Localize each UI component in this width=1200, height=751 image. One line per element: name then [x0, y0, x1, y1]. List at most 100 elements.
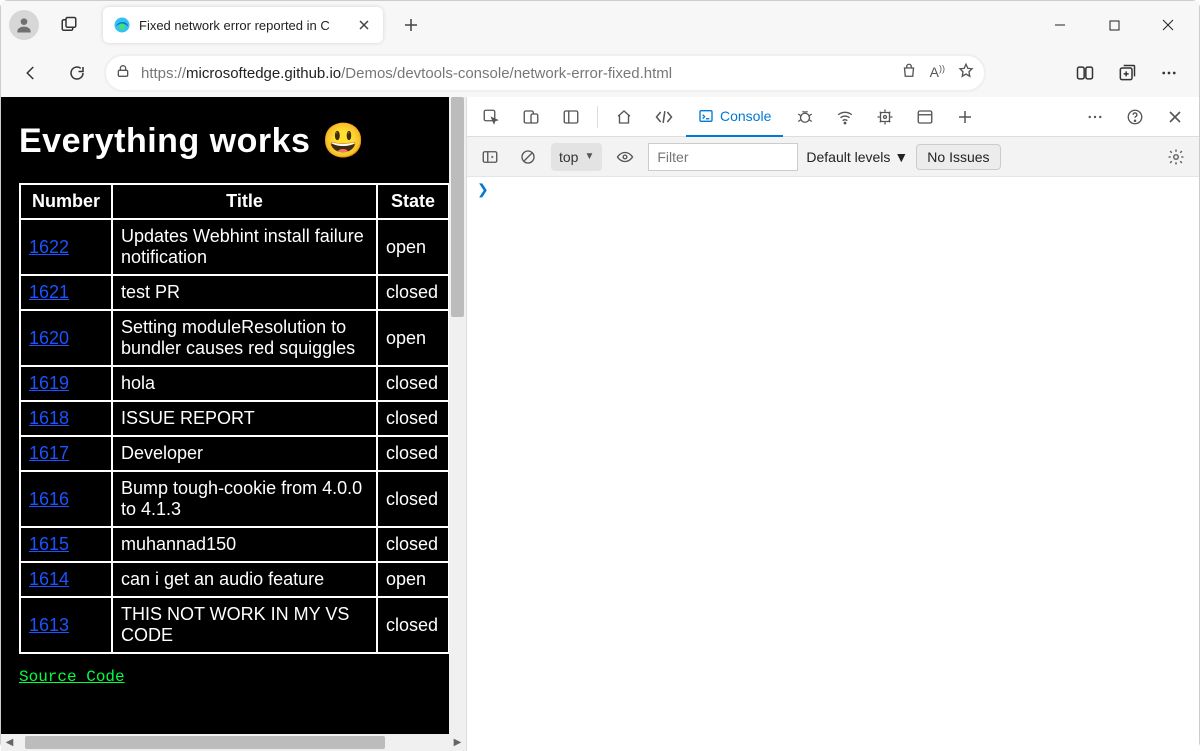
tab-console[interactable]: Console — [686, 97, 783, 137]
issue-title-cell: test PR — [112, 275, 377, 310]
dropdown-triangle-icon: ▼ — [584, 151, 594, 162]
table-row: 1621 test PRclosed — [20, 275, 449, 310]
window-icon — [916, 108, 934, 126]
window-maximize-button[interactable] — [1091, 9, 1137, 41]
devtools-menu-button[interactable] — [1077, 99, 1113, 135]
source-code-link[interactable]: Source Code — [19, 668, 125, 686]
nav-back-button[interactable] — [13, 55, 49, 91]
table-row: 1614can i get an audio featureopen — [20, 562, 449, 597]
tab-actions-button[interactable] — [51, 7, 87, 43]
window-minimize-button[interactable] — [1037, 9, 1083, 41]
issue-title-cell: muhannad150 — [112, 527, 377, 562]
tab-performance[interactable] — [867, 99, 903, 135]
help-icon — [1126, 108, 1144, 126]
nav-refresh-button[interactable] — [59, 55, 95, 91]
issue-state-cell: closed — [377, 401, 449, 436]
issue-state-cell: closed — [377, 275, 449, 310]
console-settings-button[interactable] — [1161, 142, 1191, 172]
scroll-left-arrow-icon[interactable]: ◀ — [1, 734, 18, 751]
tab-network[interactable] — [827, 99, 863, 135]
split-screen-button[interactable] — [1067, 55, 1103, 91]
console-filter-input[interactable] — [648, 143, 798, 171]
issue-title-cell: Developer — [112, 436, 377, 471]
inspect-element-button[interactable] — [473, 99, 509, 135]
tab-application[interactable] — [907, 99, 943, 135]
clear-console-button[interactable] — [513, 142, 543, 172]
tab-sources[interactable] — [787, 99, 823, 135]
issue-link[interactable]: 1617 — [29, 443, 69, 463]
issue-number-cell: 1618 — [20, 401, 112, 436]
tab-title: Fixed network error reported in C — [139, 18, 347, 33]
issue-state-cell: open — [377, 219, 449, 275]
issue-link[interactable]: 1616 — [29, 489, 69, 509]
tab-welcome[interactable] — [606, 99, 642, 135]
issues-button[interactable]: No Issues — [916, 144, 1000, 170]
read-aloud-button[interactable]: A)) — [930, 64, 945, 83]
browser-tab[interactable]: Fixed network error reported in C — [103, 7, 383, 43]
eye-icon — [616, 148, 634, 166]
table-row: 1619holaclosed — [20, 366, 449, 401]
address-bar[interactable]: https://microsoftedge.github.io/Demos/de… — [105, 55, 985, 91]
tab-close-button[interactable] — [355, 16, 373, 34]
favorite-button[interactable] — [957, 62, 975, 85]
new-tab-button[interactable] — [395, 9, 427, 41]
scroll-right-arrow-icon[interactable]: ▶ — [449, 734, 466, 751]
issue-number-cell: 1613 — [20, 597, 112, 653]
issue-link[interactable]: 1615 — [29, 534, 69, 554]
issue-link[interactable]: 1613 — [29, 615, 69, 635]
window-close-button[interactable] — [1145, 9, 1191, 41]
profile-button[interactable] — [9, 10, 39, 40]
console-output[interactable]: ❯ — [467, 177, 1199, 751]
collections-button[interactable] — [1109, 55, 1145, 91]
sidebar-icon — [481, 148, 499, 166]
devtools-help-button[interactable] — [1117, 99, 1153, 135]
issue-link[interactable]: 1621 — [29, 282, 69, 302]
issue-link[interactable]: 1614 — [29, 569, 69, 589]
log-levels-selector[interactable]: Default levels ▼ — [806, 149, 908, 165]
scrollbar-thumb[interactable] — [25, 736, 385, 749]
code-icon — [654, 108, 674, 126]
issue-state-cell: closed — [377, 597, 449, 653]
console-icon — [698, 108, 714, 124]
issue-state-cell: open — [377, 310, 449, 366]
tab-elements[interactable] — [646, 99, 682, 135]
devtools-panel: Console top ▼ Default levels — [466, 97, 1199, 751]
refresh-icon — [68, 64, 86, 82]
shopping-button[interactable] — [900, 62, 918, 85]
tab-actions-icon — [60, 16, 78, 34]
person-icon — [14, 15, 34, 35]
issue-link[interactable]: 1622 — [29, 237, 69, 257]
read-aloud-icon: A)) — [930, 64, 945, 80]
issue-number-cell: 1621 — [20, 275, 112, 310]
issue-link[interactable]: 1620 — [29, 328, 69, 348]
more-tabs-button[interactable] — [947, 99, 983, 135]
browser-menu-button[interactable] — [1151, 55, 1187, 91]
url-path: /Demos/devtools-console/network-error-fi… — [341, 65, 672, 82]
panel-icon — [562, 108, 580, 126]
issues-table: Number Title State 1622Updates Webhint i… — [19, 183, 449, 654]
site-info-button[interactable] — [115, 63, 131, 84]
page-horizontal-scrollbar[interactable]: ◀ ▶ — [1, 734, 466, 751]
close-icon — [358, 19, 370, 31]
context-selector[interactable]: top ▼ — [551, 143, 602, 171]
table-row: 1617Developerclosed — [20, 436, 449, 471]
device-emulation-button[interactable] — [513, 99, 549, 135]
activity-bar-button[interactable] — [553, 99, 589, 135]
table-row: 1615muhannad150closed — [20, 527, 449, 562]
plus-icon — [404, 18, 418, 32]
dropdown-triangle-icon: ▼ — [894, 149, 908, 165]
scrollbar-thumb[interactable] — [451, 97, 464, 317]
page-vertical-scrollbar[interactable] — [449, 97, 466, 751]
tab-console-label: Console — [720, 108, 771, 124]
split-screen-icon — [1075, 63, 1095, 83]
menu-dots-icon — [1086, 108, 1104, 126]
issue-link[interactable]: 1618 — [29, 408, 69, 428]
live-expression-button[interactable] — [610, 142, 640, 172]
toggle-sidebar-button[interactable] — [475, 142, 505, 172]
issue-title-cell: Setting moduleResolution to bundler caus… — [112, 310, 377, 366]
devtools-close-button[interactable] — [1157, 99, 1193, 135]
arrow-left-icon — [22, 64, 40, 82]
issue-link[interactable]: 1619 — [29, 373, 69, 393]
page-viewport: Everything works 😃 Number Title State 16… — [1, 97, 466, 751]
table-row: 1620 Setting moduleResolution to bundler … — [20, 310, 449, 366]
